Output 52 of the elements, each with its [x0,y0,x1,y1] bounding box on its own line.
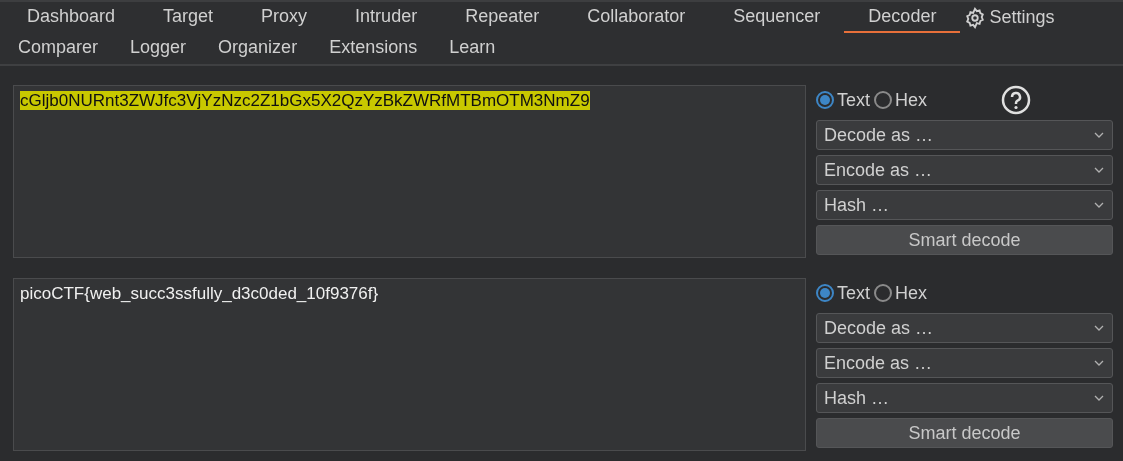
chevron-down-icon [1094,167,1104,173]
dropdown[interactable]: Decode as … [816,120,1113,150]
smart-decode-button[interactable]: Smart decode [816,225,1113,255]
radio-label: Hex [895,89,928,111]
nav-tab[interactable]: Extensions [313,33,434,64]
nav-tab[interactable]: Learn [433,33,512,64]
editor-text: cGljb0NURnt3ZWJfc3VjYzNzc2Z1bGx5X2QzYzBkZWRfMTBmOTM3NmZ9 [20,91,590,110]
nav-tab[interactable]: Repeater [441,2,564,33]
nav-tab[interactable]: Logger [114,33,203,64]
settings-icon [964,6,987,29]
dropdown-label: Decode as … [824,124,934,146]
format-radio[interactable]: Text [816,282,870,304]
text-editor[interactable]: picoCTF{web_succ3ssfully_d3c0ded_10f9376f} [13,278,806,451]
chevron-down-icon [1094,132,1104,138]
help-icon[interactable] [1001,85,1032,115]
nav-tab[interactable]: Dashboard [3,2,140,33]
chevron-down-icon [1094,325,1104,331]
dropdown[interactable]: Encode as … [816,155,1113,185]
dropdown-label: Decode as … [824,317,934,339]
radio-label: Hex [895,282,928,304]
chevron-down-icon [1094,360,1104,366]
nav-tab[interactable]: Decoder [844,2,961,33]
nav-tab[interactable]: Sequencer [709,2,845,33]
dropdown[interactable]: Hash … [816,383,1113,413]
settings-button[interactable]: Settings [964,6,1055,29]
format-radio[interactable]: Text [816,89,870,111]
nav-tab[interactable]: Collaborator [563,2,710,33]
nav-tab[interactable]: Proxy [237,2,332,33]
dropdown-label: Hash … [824,194,890,216]
chevron-down-icon [1094,395,1104,401]
radio-indicator[interactable] [874,91,892,109]
nav-tab[interactable]: Comparer [2,33,115,64]
nav-tab[interactable]: Intruder [331,2,442,33]
radio-indicator[interactable] [874,284,892,302]
format-radio[interactable]: Hex [874,282,928,304]
dropdown[interactable]: Decode as … [816,313,1113,343]
nav-tab[interactable]: Target [139,2,238,33]
radio-label: Text [837,89,870,111]
radio-indicator[interactable] [816,284,834,302]
smart-decode-button[interactable]: Smart decode [816,418,1113,448]
dropdown-label: Hash … [824,387,890,409]
dropdown-label: Encode as … [824,159,933,181]
dropdown[interactable]: Hash … [816,190,1113,220]
chevron-down-icon [1094,202,1104,208]
dropdown[interactable]: Encode as … [816,348,1113,378]
dropdown-label: Encode as … [824,352,933,374]
format-radio[interactable]: Hex [874,89,928,111]
radio-label: Text [837,282,870,304]
text-editor[interactable]: cGljb0NURnt3ZWJfc3VjYzNzc2Z1bGx5X2QzYzBkZWRfMTBmOTM3NmZ9 [13,85,806,258]
radio-indicator[interactable] [816,91,834,109]
editor-text: picoCTF{web_succ3ssfully_d3c0ded_10f9376f} [20,284,379,303]
nav-tab[interactable]: Organizer [202,33,314,64]
